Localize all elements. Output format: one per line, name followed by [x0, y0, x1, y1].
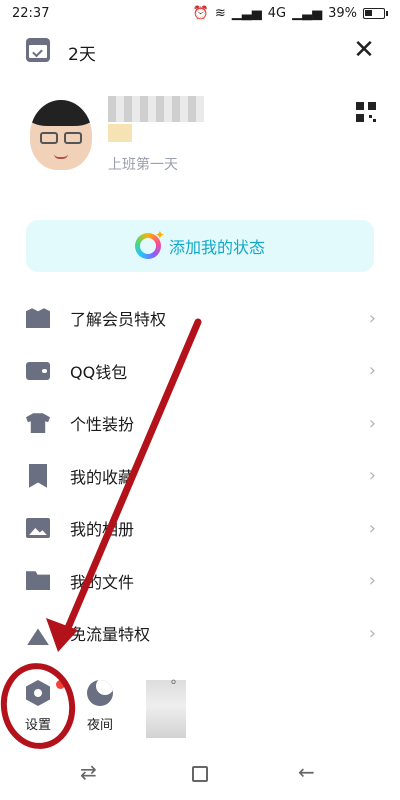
weather-widget-blurred[interactable]: [146, 680, 186, 738]
chevron-right-icon: ›: [368, 465, 376, 487]
chevron-right-icon: ›: [368, 622, 376, 644]
drawer-header: 2天 ✕: [0, 30, 400, 74]
chevron-right-icon: ›: [368, 307, 376, 329]
wifi-icon: ≋: [214, 6, 226, 21]
avatar[interactable]: [30, 100, 92, 170]
chevron-right-icon: ›: [368, 517, 376, 539]
add-status-button[interactable]: ✦ 添加我的状态: [26, 220, 374, 272]
menu-list: 了解会员特权 › QQ钱包 › 个性装扮 › 我的收藏 › 我的相册 › 我的文…: [0, 292, 400, 660]
menu-item-label: 免流量特权: [70, 625, 151, 645]
status-time: 22:37: [12, 6, 50, 21]
status-bar: 22:37 ⏰ ≋ ▁▃▅ 4G ▁▃▅ 39%: [0, 0, 400, 30]
night-mode-button[interactable]: 夜间: [70, 670, 130, 733]
chevron-right-icon: ›: [368, 570, 376, 592]
signal-icon-2: ▁▃▅: [292, 6, 323, 21]
wallet-icon: [26, 361, 50, 380]
moon-icon: [87, 680, 113, 706]
settings-label: 设置: [24, 718, 51, 733]
avatar-glasses-left: [40, 132, 58, 144]
settings-button[interactable]: 设置: [8, 670, 68, 733]
menu-item-label: 了解会员特权: [70, 310, 167, 330]
menu-item-label: 个性装扮: [70, 415, 135, 435]
menu-item-label: QQ钱包: [70, 362, 128, 382]
menu-item-label: 我的收藏: [70, 467, 135, 487]
night-label: 夜间: [86, 718, 113, 733]
bottom-shortcuts: 设置 夜间 °: [0, 670, 400, 740]
shirt-icon: [26, 413, 50, 434]
recents-icon[interactable]: ⇄: [80, 760, 97, 784]
notification-dot: [56, 680, 65, 689]
system-nav-bar: ⇄ ←: [0, 756, 400, 792]
avatar-mouth: [54, 154, 68, 159]
vip-icon: [26, 308, 50, 329]
menu-item-vip[interactable]: 了解会员特权 ›: [0, 292, 400, 345]
battery-tip: [386, 11, 388, 16]
avatar-glasses-right: [64, 132, 82, 144]
chevron-right-icon: ›: [368, 360, 376, 382]
menu-item-themes[interactable]: 个性装扮 ›: [0, 397, 400, 450]
menu-item-album[interactable]: 我的相册 ›: [0, 502, 400, 555]
tower-icon: [27, 628, 49, 646]
menu-item-label: 我的文件: [70, 572, 135, 592]
profile-signature[interactable]: 上班第一天: [108, 154, 178, 174]
signal-icon: ▁▃▅: [231, 6, 262, 21]
avatar-hair: [30, 100, 92, 126]
back-icon[interactable]: ←: [298, 760, 315, 784]
chevron-right-icon: ›: [368, 412, 376, 434]
menu-item-files[interactable]: 我的文件 ›: [0, 555, 400, 608]
menu-item-label: 我的相册: [70, 520, 135, 540]
weather-degree: °: [170, 678, 177, 694]
streak-days[interactable]: 2天: [68, 40, 96, 65]
battery-icon: [363, 8, 385, 19]
menu-item-free-data[interactable]: 免流量特权 ›: [0, 607, 400, 660]
menu-item-favorites[interactable]: 我的收藏 ›: [0, 450, 400, 503]
alarm-icon: ⏰: [192, 6, 209, 21]
profile-section: 上班第一天: [0, 92, 400, 192]
home-icon[interactable]: [192, 766, 208, 782]
battery-percent: 39%: [328, 6, 357, 21]
photo-icon: [26, 518, 50, 539]
qr-code-icon[interactable]: [356, 102, 376, 122]
network-type: 4G: [267, 6, 287, 21]
bookmark-icon: [29, 463, 47, 488]
add-status-label: 添加我的状态: [168, 238, 265, 257]
status-ring-icon: ✦: [135, 228, 165, 259]
close-icon[interactable]: ✕: [350, 36, 378, 64]
gear-icon: [26, 680, 50, 706]
nickname-blurred[interactable]: [108, 96, 204, 122]
menu-item-wallet[interactable]: QQ钱包 ›: [0, 345, 400, 398]
sparkle-icon: ✦: [154, 228, 165, 242]
folder-icon: [26, 571, 50, 591]
calendar-check-icon[interactable]: [26, 38, 50, 62]
level-badge-blurred: [108, 124, 132, 142]
status-indicators: ⏰ ≋ ▁▃▅ 4G ▁▃▅ 39%: [193, 6, 388, 21]
